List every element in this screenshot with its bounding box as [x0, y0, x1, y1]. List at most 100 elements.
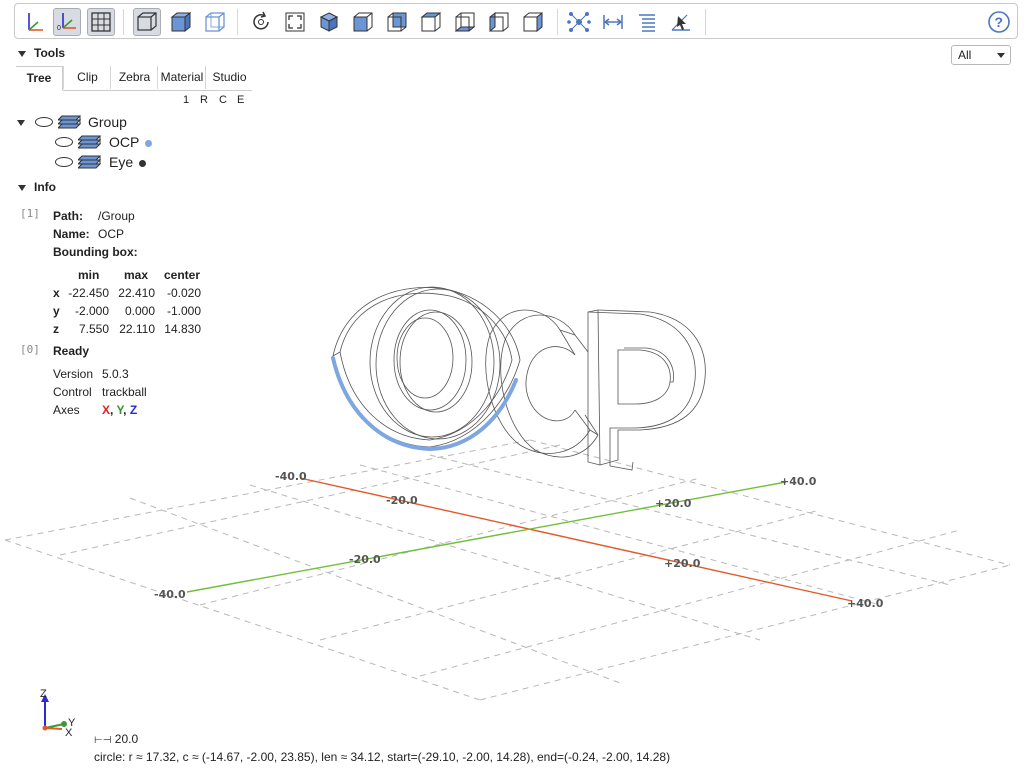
version-value: 5.0.3 — [102, 367, 129, 381]
gizmo-z-label: Z — [40, 688, 47, 700]
visibility-eye-icon[interactable] — [35, 117, 53, 127]
name-value: OCP — [98, 227, 125, 241]
info-entry-index: [1] — [20, 207, 40, 220]
status-ready: Ready — [53, 344, 90, 358]
info-section-header[interactable]: Info — [18, 180, 56, 194]
control-label: Control — [53, 385, 92, 399]
tree-flag-e[interactable]: E — [237, 94, 244, 106]
bbox-y-min: -2.000 — [74, 304, 109, 318]
help-icon: ? — [988, 11, 1010, 33]
shape-stack-icon — [78, 155, 102, 169]
tree-item-eye[interactable]: Eye — [109, 154, 147, 170]
perspective-icon — [137, 12, 157, 31]
reset-view-button[interactable] — [247, 8, 275, 36]
grid-label: +40.0 — [780, 475, 817, 488]
tree-item-ocp[interactable]: OCP — [109, 134, 152, 150]
axes-button[interactable] — [21, 8, 49, 36]
visibility-eye-icon[interactable] — [55, 157, 73, 167]
bbox-axis-z: z — [53, 322, 59, 336]
scale-value: 20.0 — [114, 732, 139, 746]
scale-bar-icon: ⊢⊣ — [94, 735, 112, 746]
rear-view-button[interactable] — [383, 8, 411, 36]
toolbar: 0 ? — [14, 3, 1018, 39]
bbox-x-max: 22.410 — [118, 286, 155, 300]
properties-icon — [639, 14, 655, 32]
tree-item-label: Eye — [109, 154, 134, 170]
tree-flag-r[interactable]: R — [200, 94, 208, 106]
tools-tabs: Tree Clip Zebra Material Studio — [16, 66, 252, 91]
front-view-button[interactable] — [349, 8, 377, 36]
bottom-view-icon — [454, 12, 476, 32]
ground-grid — [4, 439, 1011, 701]
scale-indicator: ⊢⊣ 20.0 — [94, 732, 138, 746]
axes-origin-button[interactable]: 0 — [53, 8, 81, 36]
select-value: All — [958, 48, 972, 62]
tree-flag-c[interactable]: C — [219, 94, 227, 106]
ocp-model[interactable] — [332, 286, 706, 471]
tools-section-header[interactable]: Tools — [18, 46, 65, 60]
top-view-icon — [420, 12, 442, 32]
bbox-z-center: 14.830 — [164, 322, 201, 336]
explode-button[interactable] — [565, 8, 593, 36]
fit-view-button[interactable] — [281, 8, 309, 36]
axes-origin-icon: 0 — [57, 13, 76, 32]
tools-title: Tools — [34, 46, 66, 60]
perspective-button[interactable] — [133, 8, 161, 36]
tab-tree[interactable]: Tree — [16, 66, 63, 91]
3d-viewport[interactable]: -40.0 -20.0 +20.0 +40.0 -40.0 -20.0 +20.… — [0, 0, 1024, 768]
tree-expand-icon[interactable] — [17, 120, 25, 126]
version-label: Version — [53, 367, 94, 381]
grid-label: -40.0 — [275, 470, 307, 483]
svg-text:0: 0 — [57, 25, 61, 32]
group-stack-icon — [58, 115, 82, 129]
bottom-view-button[interactable] — [451, 8, 479, 36]
grid-label: -40.0 — [154, 588, 186, 601]
bbox-x-min: -22.450 — [68, 286, 109, 300]
y-axis-line — [186, 481, 787, 593]
wireframe-button[interactable] — [201, 8, 229, 36]
distance-measure-button[interactable] — [599, 8, 627, 36]
bbox-y-max: 0.000 — [124, 304, 155, 318]
tab-material[interactable]: Material — [157, 66, 206, 89]
bbox-header-center: center — [164, 268, 201, 282]
top-view-button[interactable] — [417, 8, 445, 36]
fit-view-icon — [285, 12, 305, 32]
right-view-button[interactable] — [519, 8, 547, 36]
tab-clip[interactable]: Clip — [63, 66, 111, 89]
shaded-button[interactable] — [167, 8, 195, 36]
x-axis-line — [299, 477, 853, 602]
select-button[interactable] — [667, 8, 695, 36]
right-view-icon — [523, 11, 543, 33]
svg-text:?: ? — [995, 14, 1004, 30]
left-view-icon — [489, 11, 509, 33]
bbox-x-center: -0.020 — [166, 286, 201, 300]
iso-view-button[interactable] — [315, 8, 343, 36]
selected-edge-highlight — [331, 356, 518, 452]
axes-value: X, Y, Z — [102, 403, 138, 417]
object-filter-select[interactable]: All — [951, 45, 1011, 65]
info-title: Info — [34, 180, 56, 194]
axis-x-letter: X — [102, 403, 111, 417]
bbox-header-max: max — [124, 268, 149, 282]
left-view-button[interactable] — [485, 8, 513, 36]
grid-button[interactable] — [87, 8, 115, 36]
grid-label: +40.0 — [847, 597, 884, 610]
grid-icon — [91, 12, 111, 32]
orientation-gizmo: Z Y X — [40, 688, 76, 739]
bbox-axis-y: y — [53, 304, 60, 318]
visibility-eye-icon[interactable] — [55, 137, 73, 147]
axes-label: Axes — [53, 403, 80, 417]
help-button[interactable]: ? — [985, 8, 1013, 36]
tree-flag-1[interactable]: 1 — [183, 94, 189, 106]
tab-studio[interactable]: Studio — [205, 66, 253, 89]
bounding-box-label: Bounding box: — [53, 245, 138, 259]
axis-z-letter: Z — [129, 403, 138, 417]
collapse-triangle-icon — [18, 184, 26, 191]
grid-label: -20.0 — [349, 553, 381, 566]
tree-item-group[interactable]: Group — [88, 114, 127, 130]
control-value: trackball — [102, 385, 147, 399]
grid-label: +20.0 — [655, 497, 692, 510]
tab-zebra[interactable]: Zebra — [110, 66, 158, 89]
shape-stack-icon — [78, 135, 102, 149]
properties-button[interactable] — [633, 8, 661, 36]
